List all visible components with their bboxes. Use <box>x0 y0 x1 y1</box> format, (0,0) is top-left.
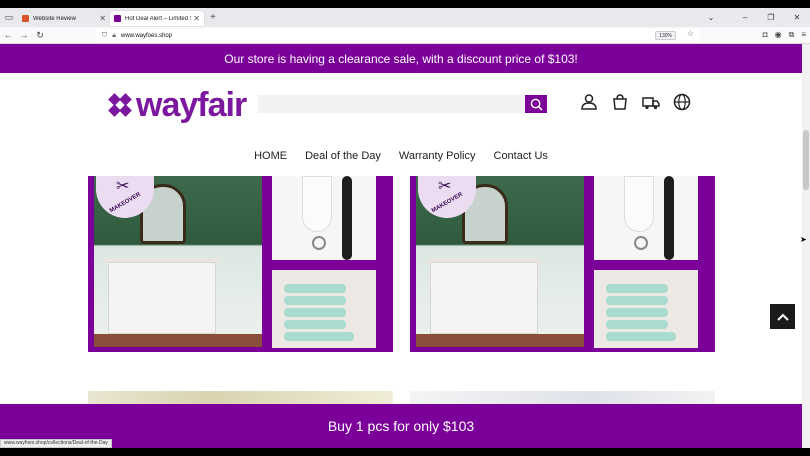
tab-website-review[interactable]: Website Review ✕ <box>18 11 110 26</box>
main-menu: HOME Deal of the Day Warranty Policy Con… <box>0 150 802 162</box>
search-button[interactable] <box>525 95 547 113</box>
tab-list-icon[interactable]: ▭ <box>0 8 18 27</box>
reload-icon[interactable]: ↻ <box>32 30 48 41</box>
delivery-truck-icon[interactable] <box>642 93 660 111</box>
vanity-cabinet-shape <box>430 262 538 334</box>
chevron-up-icon <box>776 313 789 321</box>
logo-mark-icon <box>108 93 132 117</box>
mouse-cursor-icon: ➤ <box>800 235 807 244</box>
tab-bar: ▭ Website Review ✕ Hot Deal Alert – Limi… <box>0 8 810 27</box>
page-scrollbar[interactable] <box>802 44 810 448</box>
cart-icon[interactable] <box>611 93 629 111</box>
close-tab-icon[interactable]: ✕ <box>99 14 106 23</box>
wall-lamp-image <box>272 176 376 260</box>
towel-shape <box>284 284 346 293</box>
mirror-frame-shape <box>664 176 674 260</box>
towel-shape <box>606 284 668 293</box>
wall-lamp-image <box>594 176 698 260</box>
web-page: Our store is having a clearance sale, wi… <box>0 44 802 448</box>
towel-shape <box>284 332 354 341</box>
towel-stack-image <box>594 270 698 348</box>
promo-banner-bottom[interactable]: Buy 1 pcs for only $103 <box>0 404 802 448</box>
towel-shape <box>284 296 346 305</box>
extensions-icon[interactable]: ⧉ <box>789 30 795 40</box>
product-card[interactable]: ✂ MAKEOVER <box>88 176 393 352</box>
status-url: www.wayfoes.shop/collections/Deal-of-the… <box>0 439 112 448</box>
pocket-icon[interactable]: ◘ <box>763 30 768 40</box>
menu-item-contact-us[interactable]: Contact Us <box>492 150 550 162</box>
close-window-icon[interactable]: ✕ <box>784 13 810 22</box>
browser-window: ▭ Website Review ✕ Hot Deal Alert – Limi… <box>0 8 810 448</box>
towel-shape <box>606 296 668 305</box>
bathroom-vanity-image: ✂ MAKEOVER <box>94 176 262 347</box>
vanity-cabinet-shape <box>108 262 216 334</box>
shield-icon[interactable]: ⛉ <box>102 32 107 40</box>
tab-title: Hot Deal Alert – Limited Stock <box>125 15 191 22</box>
navigation-bar: ← → ↻ ⛉ 🔒︎ www.wayfoes.shop 130% ☆ ◘ ◉ ⧉… <box>0 27 810 44</box>
bathroom-vanity-image: ✂ MAKEOVER <box>416 176 584 347</box>
tools-icon: ✂ <box>116 178 130 195</box>
tab-favicon-icon <box>114 15 121 22</box>
lamp-ring-shape <box>634 236 648 250</box>
product-card-preview[interactable] <box>88 391 393 405</box>
user-icon[interactable] <box>580 93 598 111</box>
forward-icon[interactable]: → <box>16 30 32 40</box>
lamp-shade-shape <box>302 176 332 232</box>
close-tab-icon[interactable]: ✕ <box>193 14 200 23</box>
promo-banner-top: Our store is having a clearance sale, wi… <box>0 44 802 73</box>
menu-item-deal-of-the-day[interactable]: Deal of the Day <box>303 150 383 162</box>
towel-shape <box>606 308 668 317</box>
globe-icon[interactable] <box>673 93 691 111</box>
mirror-frame-shape <box>342 176 352 260</box>
tab-title: Website Review <box>33 15 76 22</box>
restore-icon[interactable]: ❐ <box>758 13 784 22</box>
lamp-shade-shape <box>624 176 654 232</box>
account-icon[interactable]: ◉ <box>775 30 782 40</box>
menu-item-warranty-policy[interactable]: Warranty Policy <box>397 150 478 162</box>
towel-shape <box>606 332 676 341</box>
product-card-preview[interactable] <box>410 391 715 405</box>
scrollbar-thumb[interactable] <box>803 130 809 190</box>
tab-hot-deal[interactable]: Hot Deal Alert – Limited Stock ✕ <box>110 11 204 26</box>
rug-shape <box>416 334 584 347</box>
product-card[interactable]: ✂ MAKEOVER <box>410 176 715 352</box>
menu-icon[interactable]: ≡ <box>801 30 806 40</box>
address-bar[interactable]: ⛉ 🔒︎ www.wayfoes.shop 130% ☆ <box>96 29 700 42</box>
menu-item-home[interactable]: HOME <box>252 150 289 162</box>
logo[interactable]: wayfair <box>108 86 247 124</box>
search-input[interactable] <box>258 95 526 113</box>
lamp-ring-shape <box>312 236 326 250</box>
back-to-top-button[interactable] <box>770 304 795 329</box>
lock-icon[interactable]: 🔒︎ <box>112 32 116 40</box>
minimize-icon[interactable]: – <box>732 13 758 22</box>
logo-text: wayfair <box>136 86 247 124</box>
towel-shape <box>284 308 346 317</box>
towel-shape <box>284 320 346 329</box>
tab-favicon-icon <box>22 15 29 22</box>
rug-shape <box>94 334 262 347</box>
new-tab-icon[interactable]: + <box>210 12 216 23</box>
towel-stack-image <box>272 270 376 348</box>
chevron-down-icon[interactable]: ⌄ <box>696 13 726 22</box>
search-icon <box>530 98 543 111</box>
zoom-level[interactable]: 130% <box>655 31 676 40</box>
tools-icon: ✂ <box>438 178 452 195</box>
towel-shape <box>606 320 668 329</box>
back-icon[interactable]: ← <box>0 30 16 40</box>
url-text: www.wayfoes.shop <box>120 32 173 39</box>
bookmark-star-icon[interactable]: ☆ <box>687 29 694 38</box>
